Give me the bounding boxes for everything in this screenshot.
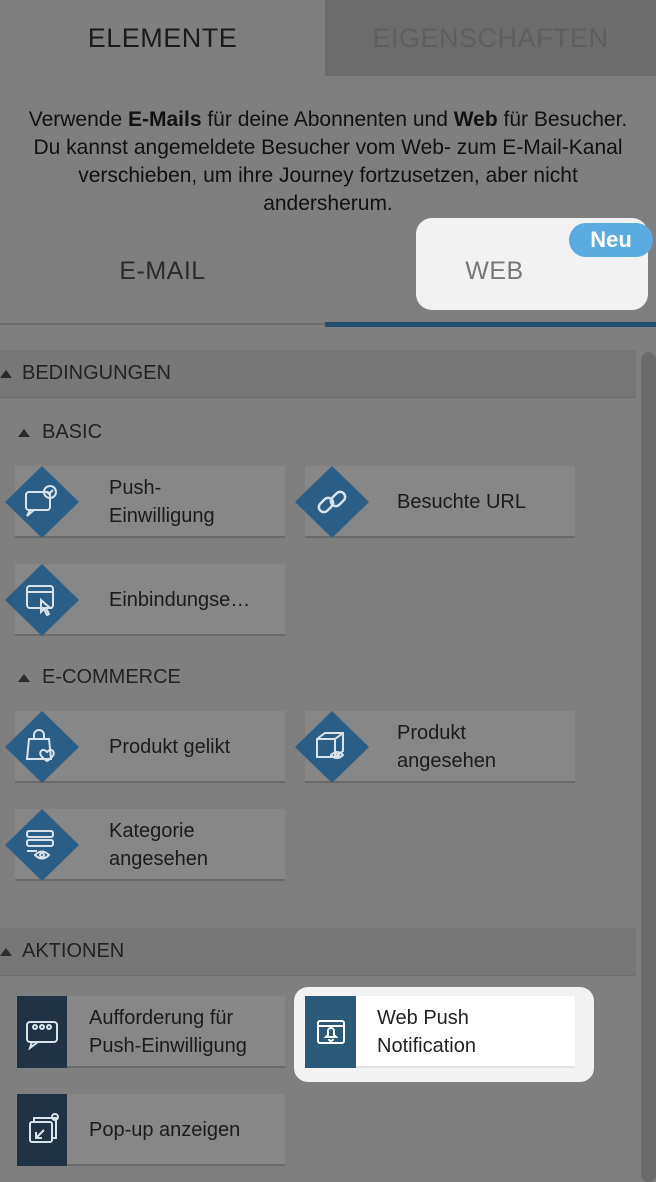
section-actions[interactable]: AKTIONEN [0,928,636,976]
collapse-triangle-icon [0,947,12,956]
push-consent-icon [5,466,79,538]
condition-engagement-label: Einbindungse… [109,589,251,611]
bag-heart-icon [5,711,79,783]
subsection-basic-title: BASIC [42,421,103,443]
intro-email-bold: E-Mails [127,108,202,131]
section-conditions[interactable]: BEDINGUNGEN [0,350,636,398]
action-web-push-notification-label: Web Push Notification [377,1007,476,1057]
section-conditions-title: BEDINGUNGEN [22,362,171,384]
condition-visited-url[interactable]: Besuchte URL [295,466,575,538]
intro-part-1: Verwende [28,108,128,131]
link-icon [295,466,369,538]
chat-bubble-icon [26,1021,58,1050]
action-show-popup-label: Pop-up anzeigen [89,1119,241,1141]
condition-category-viewed[interactable]: Kategorie angesehen [5,809,285,881]
action-push-consent-request-label: Aufforderung für Push-Einwilligung [89,1007,247,1057]
channel-tab-bar: E-MAIL WEB Neu [0,218,656,328]
condition-product-liked-label: Produkt gelikt [109,736,231,758]
scrollbar[interactable] [641,352,656,1182]
intro-part-2: für deine Abonnenten und [201,108,454,131]
click-window-icon [5,564,79,636]
tab-web[interactable]: WEB [416,218,573,324]
action-show-popup[interactable]: Pop-up anzeigen [17,1094,285,1166]
box-eye-icon [295,711,369,783]
new-badge: Neu [569,223,653,257]
action-icon-box [305,996,356,1068]
action-web-push-notification[interactable]: Web Push Notification [305,996,575,1068]
action-push-consent-request[interactable]: Aufforderung für Push-Einwilligung [17,996,285,1068]
browser-bell-icon [316,1020,345,1044]
action-icon-box [17,996,67,1068]
collapse-triangle-icon [0,369,12,378]
condition-product-liked[interactable]: Produkt gelikt [5,711,285,783]
condition-category-viewed-label: Kategorie angesehen [109,820,208,870]
list-eye-icon [5,809,79,881]
web-tab-underline [325,322,656,327]
subsection-ecommerce-title: E-COMMERCE [42,666,181,688]
collapse-triangle-icon [18,673,30,682]
condition-product-viewed[interactable]: Produkt angesehen [295,711,575,783]
section-actions-title: AKTIONEN [22,940,125,962]
top-tab-bar: ELEMENTE EIGENSCHAFTEN [0,0,656,76]
channel-intro-text: Verwende E-Mails für deine Abonnenten un… [18,106,638,218]
condition-product-viewed-label: Produkt angesehen [397,722,496,772]
tab-elements[interactable]: ELEMENTE [0,0,325,76]
subsection-ecommerce[interactable]: E-COMMERCE [18,666,181,689]
collapse-triangle-icon [18,428,30,437]
condition-engagement[interactable]: Einbindungse… [5,564,285,636]
action-icon-box [17,1094,67,1166]
tab-properties[interactable]: EIGENSCHAFTEN [325,0,656,76]
subsection-basic[interactable]: BASIC [18,421,102,444]
email-tab-divider [0,323,325,325]
tab-email[interactable]: E-MAIL [0,218,325,324]
intro-web-bold: Web [453,108,498,131]
condition-push-consent[interactable]: Push- Einwilligung [5,466,285,538]
condition-push-consent-label: Push- Einwilligung [109,477,215,527]
popup-icon [29,1113,59,1143]
condition-visited-url-label: Besuchte URL [397,491,526,513]
